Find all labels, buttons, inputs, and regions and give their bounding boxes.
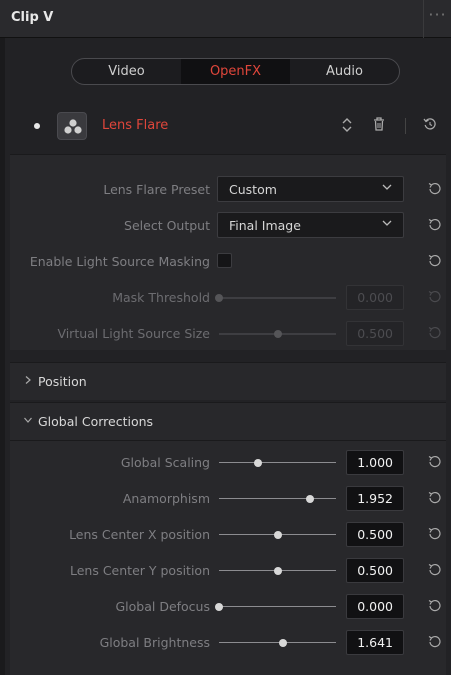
param-slider-knob[interactable]	[215, 603, 223, 611]
section-global-corrections[interactable]: Global Corrections	[10, 402, 446, 440]
param-slider-knob[interactable]	[279, 639, 288, 647]
global-params: Global Scaling 1.000 Anamorphism 1.952 Lens …	[10, 440, 446, 675]
param-label: Global Scaling	[120, 455, 210, 470]
global-section-label: Global Corrections	[38, 414, 154, 429]
virtual-size-knob[interactable]	[273, 330, 282, 338]
param-value-field[interactable]: 1.641	[346, 630, 404, 655]
param-value-field[interactable]: 0.500	[346, 558, 404, 583]
reset-icon	[428, 290, 441, 303]
chevron-right-icon	[25, 376, 31, 384]
clip-title: Clip V	[11, 10, 54, 25]
preset-value: Custom	[229, 182, 277, 197]
virtual-size-label: Virtual Light Source Size	[57, 326, 210, 341]
param-slider-knob[interactable]	[273, 531, 282, 539]
param-slider[interactable]	[219, 642, 336, 643]
reset-icon[interactable]	[428, 563, 442, 577]
mask-threshold-knob[interactable]	[215, 294, 223, 302]
updown-icon[interactable]	[342, 117, 352, 137]
preset-select[interactable]: Custom	[217, 176, 404, 202]
param-slider-knob[interactable]	[306, 495, 315, 503]
mask-threshold-slider[interactable]	[219, 297, 336, 299]
param-slider[interactable]	[219, 606, 336, 607]
masking-label: Enable Light Source Masking	[29, 254, 210, 269]
reset-icon[interactable]	[423, 117, 437, 135]
param-label: Anamorphism	[122, 491, 210, 506]
param-slider[interactable]	[219, 462, 336, 463]
output-value: Final Image	[229, 218, 301, 233]
tab-audio[interactable]: Audio	[290, 59, 399, 84]
effect-header: Lens Flare	[5, 106, 451, 146]
mask-threshold-value[interactable]: 0.000	[346, 285, 404, 310]
resolve-fx-icon	[57, 112, 87, 140]
chevron-down-icon	[382, 220, 392, 226]
param-label: Global Defocus	[115, 599, 210, 614]
effect-name: Lens Flare	[102, 118, 169, 133]
tab-openfx[interactable]: OpenFX	[181, 59, 290, 84]
masking-checkbox[interactable]	[217, 253, 232, 268]
reset-icon[interactable]	[428, 635, 442, 649]
preset-label: Lens Flare Preset	[103, 182, 210, 197]
effect-enabled-dot[interactable]	[34, 123, 40, 129]
virtual-size-value[interactable]: 0.500	[346, 321, 404, 346]
preset-row: Lens Flare Preset Custom	[10, 176, 446, 204]
reset-icon	[428, 326, 441, 339]
global-param-row: Lens Center Y position 0.500	[10, 557, 446, 585]
reset-icon[interactable]	[428, 254, 442, 268]
inspector-panel: Video OpenFX Audio Lens Flare Lens Flare…	[5, 38, 451, 675]
param-value-field[interactable]: 0.000	[346, 594, 404, 619]
global-param-row: Global Scaling 1.000	[10, 449, 446, 477]
param-slider-knob[interactable]	[253, 459, 262, 467]
output-select[interactable]: Final Image	[217, 212, 404, 238]
chevron-down-icon	[24, 417, 32, 423]
inspector-tabs: Video OpenFX Audio	[71, 58, 400, 85]
reset-icon[interactable]	[428, 218, 442, 232]
param-slider[interactable]	[219, 498, 336, 499]
output-row: Select Output Final Image	[10, 212, 446, 240]
lens-flare-params: Lens Flare Preset Custom Select Output F…	[10, 154, 446, 350]
reset-icon[interactable]	[428, 599, 442, 613]
param-label: Global Brightness	[99, 635, 210, 650]
more-options-button[interactable]: ···	[423, 0, 451, 38]
reset-icon[interactable]	[428, 455, 442, 469]
header-divider	[405, 118, 406, 134]
global-param-row: Lens Center X position 0.500	[10, 521, 446, 549]
section-position[interactable]: Position	[10, 362, 446, 400]
global-param-row: Anamorphism 1.952	[10, 485, 446, 513]
virtual-size-row: Virtual Light Source Size 0.500	[10, 320, 446, 348]
global-param-row: Global Defocus 0.000	[10, 593, 446, 621]
reset-icon[interactable]	[428, 182, 442, 196]
reset-icon[interactable]	[428, 491, 442, 505]
param-label: Lens Center Y position	[69, 563, 210, 578]
param-value-field[interactable]: 1.952	[346, 486, 404, 511]
masking-row: Enable Light Source Masking	[10, 248, 446, 276]
param-value-field[interactable]: 0.500	[346, 522, 404, 547]
tab-video[interactable]: Video	[72, 59, 181, 84]
reset-icon[interactable]	[428, 527, 442, 541]
output-label: Select Output	[124, 218, 210, 233]
position-section-label: Position	[38, 374, 87, 389]
param-label: Lens Center X position	[69, 527, 210, 542]
param-slider-knob[interactable]	[273, 567, 282, 575]
chevron-down-icon	[382, 184, 392, 190]
global-param-row: Global Brightness 1.641	[10, 629, 446, 657]
mask-threshold-label: Mask Threshold	[112, 290, 210, 305]
param-value-field[interactable]: 1.000	[346, 450, 404, 475]
panel-titlebar: Clip V ···	[0, 0, 451, 38]
mask-threshold-row: Mask Threshold 0.000	[10, 284, 446, 312]
trash-icon[interactable]	[373, 117, 385, 135]
